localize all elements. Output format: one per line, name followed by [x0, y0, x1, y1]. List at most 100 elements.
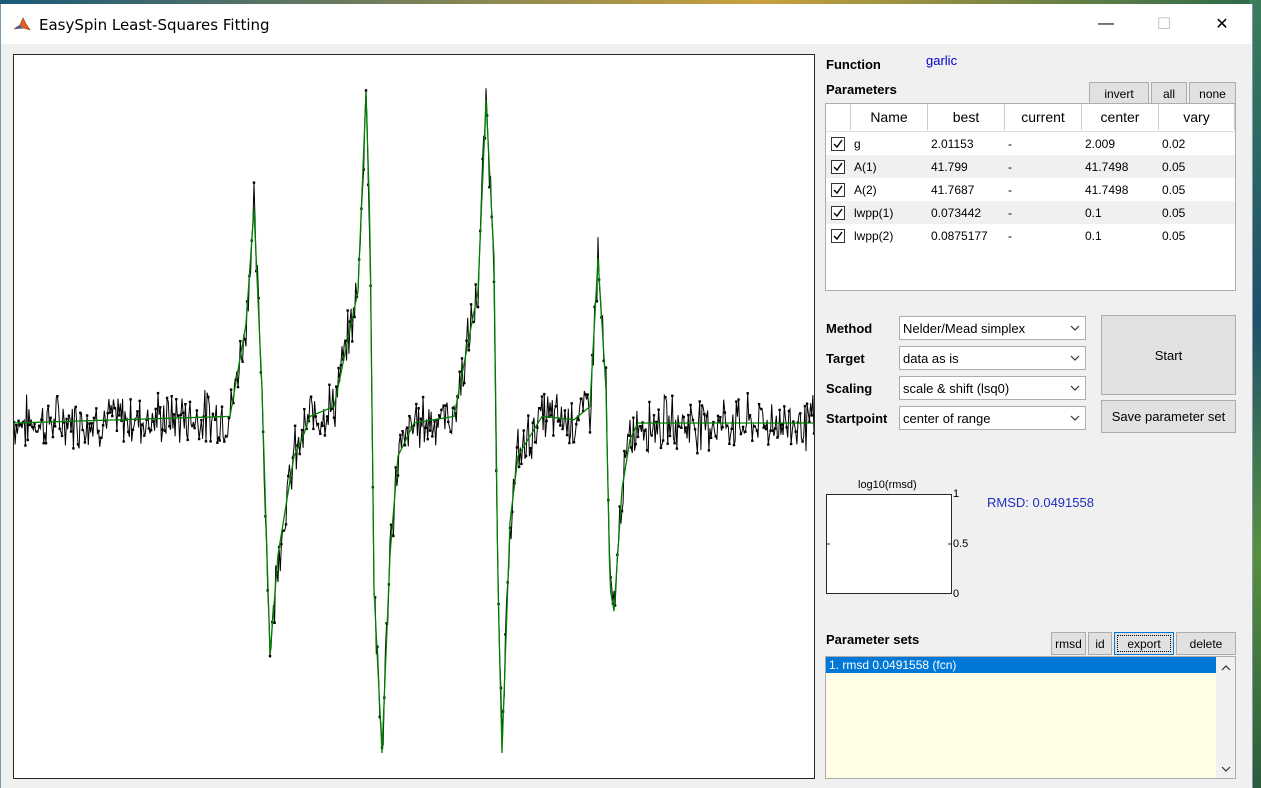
list-scrollbar[interactable]: [1216, 657, 1235, 778]
data-point: [40, 418, 43, 421]
data-point: [634, 442, 637, 446]
start-button[interactable]: Start: [1101, 315, 1236, 395]
data-point: [451, 406, 455, 410]
data-point: [636, 435, 640, 439]
data-point: [108, 411, 112, 414]
data-point: [85, 414, 89, 417]
data-point: [684, 426, 688, 429]
data-point: [812, 432, 814, 435]
data-point: [200, 418, 203, 422]
data-point: [735, 400, 738, 403]
table-row[interactable]: g 2.01153 - 2.009 0.02: [826, 132, 1235, 155]
cell-best: 41.7687: [931, 182, 975, 197]
rmsd-tick-0: 0: [953, 588, 960, 600]
cell-current: -: [1008, 136, 1012, 151]
data-point: [755, 429, 759, 432]
data-point: [700, 404, 704, 407]
data-point: [769, 429, 772, 432]
row-checkbox-cell[interactable]: [826, 182, 851, 197]
delete-button[interactable]: delete: [1176, 632, 1236, 655]
cell-center: 0.1: [1085, 205, 1102, 220]
row-checkbox-cell[interactable]: [826, 228, 851, 243]
scaling-select[interactable]: scale & shift (lsq0): [899, 376, 1086, 400]
none-button[interactable]: none: [1189, 82, 1236, 105]
all-button[interactable]: all: [1151, 82, 1187, 105]
rmsd-value: RMSD: 0.0491558: [987, 495, 1094, 510]
row-checkbox[interactable]: [831, 205, 845, 220]
data-point: [671, 394, 674, 397]
title-bar[interactable]: EasySpin Least-Squares Fitting — ☐ ✕: [1, 4, 1252, 44]
parameters-label: Parameters: [826, 82, 897, 97]
data-point: [739, 432, 743, 436]
chevron-down-icon: [1065, 377, 1085, 399]
close-button[interactable]: ✕: [1193, 4, 1251, 44]
row-checkbox-cell[interactable]: [826, 159, 851, 174]
method-select[interactable]: Nelder/Mead simplex: [899, 316, 1086, 340]
data-point: [392, 534, 395, 538]
data-point: [353, 315, 356, 319]
data-point: [136, 410, 139, 413]
data-point: [776, 436, 779, 439]
export-button[interactable]: export: [1114, 632, 1174, 655]
data-point: [716, 414, 720, 418]
checkmark-icon: [833, 185, 843, 194]
row-checkbox-cell[interactable]: [826, 205, 851, 220]
col-header-current[interactable]: current: [1005, 104, 1082, 130]
startpoint-select[interactable]: center of range: [899, 406, 1086, 430]
row-checkbox[interactable]: [831, 228, 845, 243]
data-point: [335, 385, 338, 388]
list-item[interactable]: 1. rmsd 0.0491558 (fcn): [826, 657, 1216, 673]
data-point: [37, 424, 41, 427]
col-header-vary[interactable]: vary: [1159, 104, 1235, 130]
startpoint-value: center of range: [903, 411, 991, 426]
data-point: [773, 427, 777, 430]
data-point: [584, 393, 587, 396]
row-checkbox[interactable]: [831, 159, 845, 174]
data-point: [28, 423, 32, 427]
spectrum-plot[interactable]: [13, 54, 815, 779]
rmsd-tick-1: 1: [953, 488, 960, 500]
maximize-button[interactable]: ☐: [1135, 4, 1193, 44]
table-row[interactable]: lwpp(2) 0.0875177 - 0.1 0.05: [826, 224, 1235, 247]
data-point: [524, 454, 528, 458]
cell-center: 41.7498: [1085, 182, 1129, 197]
scroll-up-icon[interactable]: [1216, 659, 1235, 676]
data-point: [522, 429, 525, 432]
data-point: [545, 419, 548, 423]
rmsd-sort-button[interactable]: rmsd: [1051, 632, 1086, 655]
data-point: [51, 435, 55, 439]
parameter-sets-list[interactable]: 1. rmsd 0.0491558 (fcn): [825, 656, 1236, 779]
data-point: [447, 420, 450, 424]
row-checkbox-cell[interactable]: [826, 136, 851, 151]
data-point: [778, 408, 781, 412]
parameters-table[interactable]: Name best current center vary g 2.01153 - 2…: [825, 103, 1236, 291]
data-point: [152, 420, 155, 423]
cell-name: A(2): [854, 182, 877, 197]
data-point: [143, 434, 146, 437]
table-row[interactable]: A(1) 41.799 - 41.7498 0.05: [826, 155, 1235, 178]
table-row[interactable]: lwpp(1) 0.073442 - 0.1 0.05: [826, 201, 1235, 224]
scroll-down-icon[interactable]: [1216, 760, 1235, 777]
row-checkbox[interactable]: [831, 182, 845, 197]
data-point: [273, 621, 276, 624]
id-sort-button[interactable]: id: [1088, 632, 1112, 655]
data-point: [757, 403, 761, 406]
minimize-button[interactable]: —: [1077, 4, 1135, 44]
col-header-name[interactable]: Name: [851, 104, 928, 130]
data-point: [170, 395, 173, 398]
data-point: [88, 422, 91, 425]
data-point: [60, 434, 64, 438]
col-header-best[interactable]: best: [928, 104, 1005, 130]
data-point: [149, 429, 153, 432]
data-point: [728, 442, 731, 445]
col-header-center[interactable]: center: [1082, 104, 1159, 130]
save-parameter-set-button[interactable]: Save parameter set: [1101, 400, 1236, 433]
invert-button[interactable]: invert: [1089, 82, 1149, 105]
table-row[interactable]: A(2) 41.7687 - 41.7498 0.05: [826, 178, 1235, 201]
row-checkbox[interactable]: [831, 136, 845, 151]
data-point: [561, 427, 564, 431]
data-point: [645, 449, 649, 452]
data-point: [531, 421, 535, 424]
target-select[interactable]: data as is: [899, 346, 1086, 370]
cell-center: 2.009: [1085, 136, 1116, 151]
